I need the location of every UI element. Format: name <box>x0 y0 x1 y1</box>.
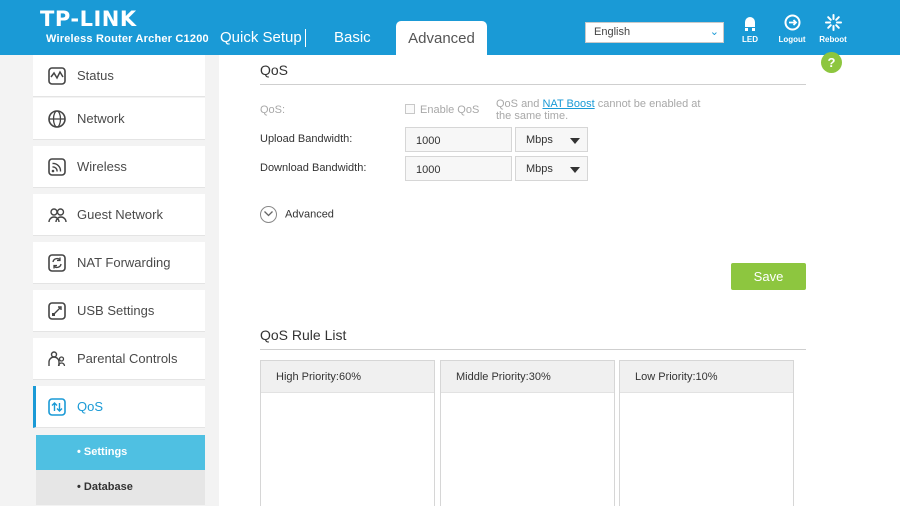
chevron-down-icon: ⌄ <box>709 26 719 38</box>
middle-priority-rule-box: Middle Priority:30% <box>440 360 615 506</box>
logout-label: Logout <box>778 35 806 44</box>
upload-unit-value: Mbps <box>526 134 553 146</box>
sidebar-item-wireless[interactable]: Wireless <box>33 146 205 188</box>
help-icon[interactable]: ? <box>821 52 842 73</box>
main-content: QoS ? QoS: Enable QoS QoS and NAT Boost … <box>219 52 900 506</box>
download-bandwidth-label: Download Bandwidth: <box>260 162 367 174</box>
upload-bandwidth-label: Upload Bandwidth: <box>260 133 353 145</box>
sidebar-item-label: USB Settings <box>77 303 155 318</box>
globe-icon <box>48 110 66 128</box>
section-divider <box>260 349 806 350</box>
qos-rule-list-title: QoS Rule List <box>260 327 347 343</box>
sidebar-item-label: Parental Controls <box>77 351 178 366</box>
brand: TP-LINK Wireless Router Archer C1200 <box>40 8 209 45</box>
upload-bandwidth-input[interactable]: 1000 <box>405 127 512 152</box>
sidebar-item-label: QoS <box>77 399 104 414</box>
reboot-label: Reboot <box>819 35 847 44</box>
sidebar-item-label: NAT Forwarding <box>77 255 171 270</box>
advanced-toggle-label: Advanced <box>285 208 334 221</box>
sidebar-item-status[interactable]: Status <box>33 55 205 97</box>
note-text-start: QoS and <box>496 98 543 110</box>
status-icon <box>48 67 66 85</box>
led-button[interactable]: LED <box>730 14 770 44</box>
sidebar-item-label: Guest Network <box>77 207 163 222</box>
sidebar-item-usb-settings[interactable]: USB Settings <box>33 290 205 332</box>
enable-qos-checkbox[interactable]: Enable QoS <box>405 104 479 116</box>
guests-icon <box>48 208 67 223</box>
rule-box-header: Low Priority:10% <box>620 361 793 393</box>
logout-icon <box>784 14 800 31</box>
sidebar-subitem-label: • Settings <box>77 446 128 458</box>
reboot-icon <box>824 14 842 31</box>
dropdown-arrow-icon <box>570 138 580 144</box>
led-icon <box>745 17 755 31</box>
nat-icon <box>48 254 66 272</box>
sidebar-subitem-database[interactable]: • Database <box>36 470 205 505</box>
sidebar-item-label: Status <box>77 68 114 83</box>
dropdown-arrow-icon <box>570 167 580 173</box>
logout-button[interactable]: Logout <box>772 14 812 44</box>
qos-nat-boost-note: QoS and NAT Boost cannot be enabled at t… <box>496 98 706 122</box>
sidebar-item-parental-controls[interactable]: Parental Controls <box>33 338 205 380</box>
expand-chevron-icon <box>260 206 277 223</box>
section-divider <box>260 84 806 85</box>
usb-icon <box>48 302 66 320</box>
download-unit-value: Mbps <box>526 163 553 175</box>
save-button[interactable]: Save <box>731 263 806 290</box>
sidebar-item-label: Wireless <box>77 159 127 174</box>
qos-icon <box>48 398 66 416</box>
tab-basic[interactable]: Basic <box>334 20 371 55</box>
nat-boost-link[interactable]: NAT Boost <box>542 98 594 110</box>
sidebar-item-qos[interactable]: QoS <box>33 386 205 428</box>
top-header: TP-LINK Wireless Router Archer C1200 Qui… <box>0 0 900 55</box>
wifi-icon <box>48 158 66 176</box>
sidebar-subitem-settings[interactable]: • Settings <box>36 435 205 470</box>
upload-unit-select[interactable]: Mbps <box>515 127 588 152</box>
rule-box-header: High Priority:60% <box>261 361 434 393</box>
tab-advanced[interactable]: Advanced <box>396 21 487 55</box>
download-unit-select[interactable]: Mbps <box>515 156 588 181</box>
router-model: Wireless Router Archer C1200 <box>46 33 209 45</box>
language-value: English <box>594 26 631 38</box>
brand-logo: TP-LINK <box>40 7 137 31</box>
rule-box-header: Middle Priority:30% <box>441 361 614 393</box>
low-priority-rule-box: Low Priority:10% <box>619 360 794 506</box>
sidebar-item-network[interactable]: Network <box>33 98 205 140</box>
enable-qos-label: Enable QoS <box>420 104 480 116</box>
sidebar: Status Network Wireless Guest Network NA… <box>0 55 219 506</box>
sidebar-item-label: Network <box>77 111 125 126</box>
qos-section-title: QoS <box>260 62 289 78</box>
tab-quick-setup[interactable]: Quick Setup <box>220 20 302 55</box>
sidebar-subitem-label: • Database <box>77 481 133 493</box>
high-priority-rule-box: High Priority:60% <box>260 360 435 506</box>
download-bandwidth-input[interactable]: 1000 <box>405 156 512 181</box>
reboot-button[interactable]: Reboot <box>813 14 853 44</box>
advanced-toggle[interactable]: Advanced <box>260 206 334 223</box>
tab-divider <box>305 29 306 47</box>
sidebar-item-nat-forwarding[interactable]: NAT Forwarding <box>33 242 205 284</box>
language-select[interactable]: English ⌄ <box>585 22 724 43</box>
checkbox-box[interactable] <box>405 104 415 114</box>
qos-label: QoS: <box>260 104 286 116</box>
led-label: LED <box>742 35 758 44</box>
sidebar-item-guest-network[interactable]: Guest Network <box>33 194 205 236</box>
parental-icon <box>48 351 66 367</box>
